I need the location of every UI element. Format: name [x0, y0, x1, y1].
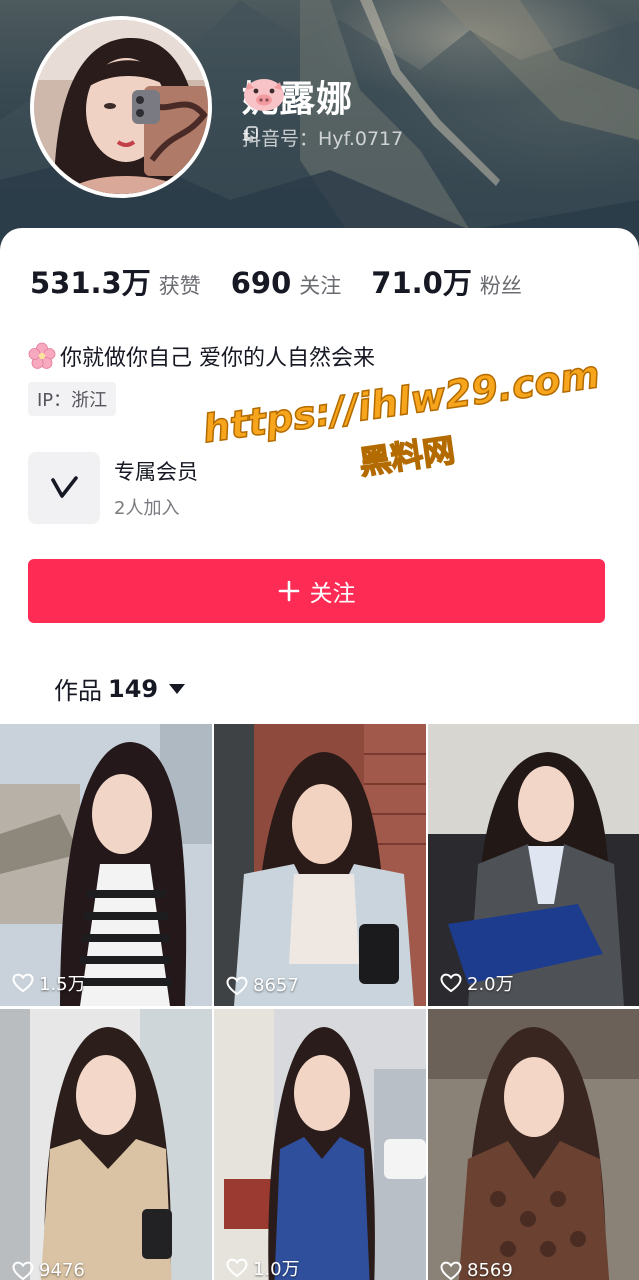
pig-face-icon — [244, 79, 284, 111]
like-count: 8657 — [226, 975, 299, 996]
heart-outline-icon — [226, 1258, 248, 1278]
heart-outline-icon — [12, 973, 34, 993]
profile-card: 531.3万 获赞 690 关注 71.0万 粉丝 你就做你自己 爱你的人自然会… — [0, 228, 639, 1280]
profile-header-banner: 妮露娜 抖音号：Hyf.0717 — [0, 0, 639, 250]
profile-nickname: 妮露娜 — [242, 74, 353, 120]
cherry-blossom-icon — [28, 342, 56, 369]
stat-followers[interactable]: 71.0万 粉丝 — [371, 260, 522, 302]
stat-value: 531.3万 — [30, 266, 151, 300]
v-logo-icon — [51, 476, 78, 498]
like-count: 1.0万 — [226, 1255, 300, 1280]
follow-button-label: 关注 — [309, 581, 356, 607]
like-count-text: 9476 — [39, 1260, 85, 1280]
like-count-text: 8569 — [467, 1260, 513, 1280]
caret-down-icon — [169, 683, 186, 694]
like-count-text: 2.0万 — [467, 974, 514, 995]
like-count-text: 1.0万 — [253, 1259, 300, 1280]
copy-icon[interactable] — [242, 124, 260, 142]
video-cover-image — [0, 1009, 212, 1280]
heart-outline-icon — [440, 973, 462, 993]
stat-value: 71.0万 — [371, 266, 472, 300]
membership-title: 专属会员 — [114, 460, 198, 484]
like-count: 1.5万 — [12, 970, 86, 996]
membership-subtitle: 2人加入 — [114, 498, 180, 519]
avatar[interactable] — [30, 16, 212, 198]
like-count-text: 8657 — [253, 975, 299, 996]
video-cover-image — [428, 724, 639, 1006]
stat-label: 粉丝 — [479, 274, 522, 298]
exclusive-membership-entry[interactable]: 专属会员 2人加入 — [28, 452, 198, 524]
follow-button[interactable]: 关注 — [28, 559, 605, 623]
video-cover-image — [214, 724, 426, 1006]
douyin-id-text: 抖音号：Hyf.0717 — [242, 128, 404, 150]
works-tab-label: 作品 — [54, 677, 102, 705]
profile-stats: 531.3万 获赞 690 关注 71.0万 粉丝 — [30, 260, 552, 302]
stat-label: 获赞 — [158, 274, 201, 298]
video-cover-image — [214, 1009, 426, 1280]
like-count-text: 1.5万 — [39, 974, 86, 995]
membership-text: 专属会员 2人加入 — [114, 456, 198, 520]
video-thumbnail[interactable]: 1.5万 — [0, 724, 212, 1006]
profile-bio: 你就做你自己 爱你的人自然会来 — [28, 340, 375, 372]
plus-icon — [278, 580, 299, 602]
stat-likes[interactable]: 531.3万 获赞 — [30, 260, 201, 302]
like-count: 2.0万 — [440, 970, 514, 996]
heart-outline-icon — [12, 1261, 34, 1280]
video-cover-image — [428, 1009, 639, 1280]
membership-logo — [28, 452, 100, 524]
video-thumbnail[interactable]: 8657 — [214, 724, 426, 1006]
stat-following[interactable]: 690 关注 — [231, 266, 342, 300]
like-count: 9476 — [12, 1260, 85, 1280]
tab-works[interactable]: 作品 149 — [54, 671, 186, 706]
heart-outline-icon — [226, 976, 248, 995]
video-thumbnail[interactable]: 1.0万 — [214, 1009, 426, 1280]
ip-location-tag: IP：浙江 — [28, 382, 117, 416]
stat-label: 关注 — [299, 274, 342, 298]
video-thumbnail[interactable]: 8569 — [428, 1009, 639, 1280]
works-tab-count: 149 — [108, 674, 159, 703]
video-grid: 1.5万 8657 2.0万 9476 1.0万 8569 — [0, 724, 639, 1280]
like-count: 8569 — [440, 1260, 513, 1280]
douyin-id-row[interactable]: 抖音号：Hyf.0717 — [242, 124, 403, 151]
video-thumbnail[interactable]: 2.0万 — [428, 724, 639, 1006]
bio-text: 你就做你自己 爱你的人自然会来 — [60, 346, 375, 371]
video-thumbnail[interactable]: 9476 — [0, 1009, 212, 1280]
stat-value: 690 — [230, 266, 292, 300]
avatar-photo — [34, 20, 208, 194]
heart-outline-icon — [440, 1261, 462, 1280]
video-cover-image — [0, 724, 212, 1006]
